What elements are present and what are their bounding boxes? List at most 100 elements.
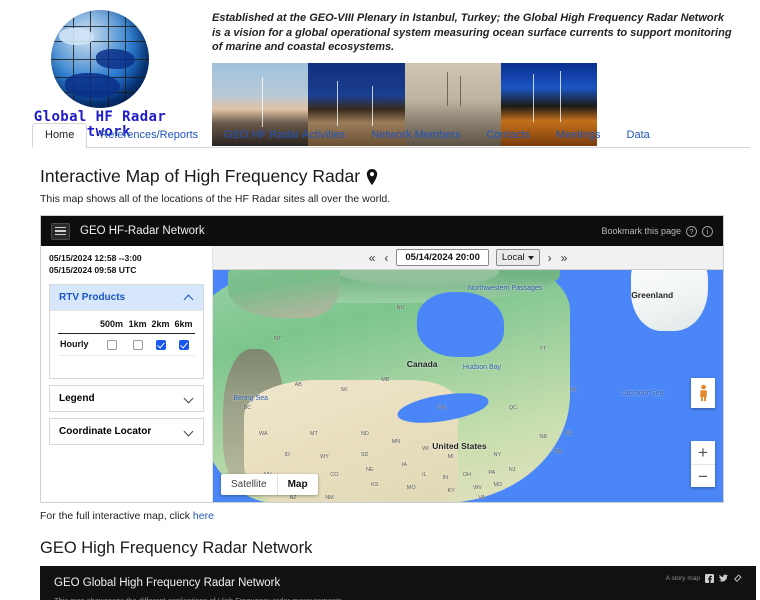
map-label-region-mt: MT — [309, 431, 318, 438]
chevron-down-icon — [185, 427, 194, 436]
timestamp-local: 05/15/2024 12:58 --3:00 — [49, 253, 142, 263]
column-header-500m: 500m — [99, 319, 124, 329]
map-canvas[interactable]: « ‹ 05/14/2024 20:00 Local › » Canada Un… — [213, 246, 723, 502]
table-empty-row — [58, 356, 195, 369]
map-type-map-button[interactable]: Map — [276, 474, 318, 495]
map-label-region-ak: YT — [539, 346, 547, 353]
map-label-region-oh: OH — [462, 472, 472, 479]
map-label-northwestern-passages: Northwestern Passages — [468, 284, 543, 292]
nav-item-data[interactable]: Data — [614, 123, 663, 148]
map-label-region-qc: QC — [508, 405, 518, 412]
map-label-region-ks: KS — [371, 482, 379, 489]
nav-item-references-reports[interactable]: References/Reports — [87, 123, 211, 148]
nav-item-meetings[interactable]: Meetings — [543, 123, 614, 148]
story-map-actions: A story map — [666, 574, 742, 583]
map-pin-icon — [366, 168, 378, 185]
map-label-region-nb: NB — [539, 433, 548, 440]
chevron-up-icon — [185, 293, 194, 302]
map-sidebar: 05/15/2024 12:58 --3:00 05/15/2024 09:58… — [41, 246, 213, 502]
panel-legend-header[interactable]: Legend — [50, 386, 203, 411]
row-label-hourly: Hourly — [58, 333, 97, 356]
map-label-region-nu: NU — [396, 305, 405, 312]
nav-item-network-members[interactable]: Network Members — [358, 123, 473, 148]
map-label-region-sk: SK — [340, 387, 348, 394]
link-icon[interactable] — [733, 574, 742, 583]
panel-coordinate-locator-header[interactable]: Coordinate Locator — [50, 419, 203, 444]
chevron-down-icon — [527, 255, 534, 260]
timezone-select-value: Local — [501, 252, 525, 263]
chevron-down-icon — [185, 394, 194, 403]
map-label-region-ia: IA — [401, 461, 407, 468]
map-zoom-controls: + − — [691, 441, 715, 487]
bookmark-page-link[interactable]: Bookmark this page — [601, 226, 681, 236]
page-root: Global HF Radar Network Established at t… — [0, 0, 760, 600]
map-label-region-mo: MO — [406, 485, 416, 491]
map-label-hudson-bay: Hudson Bay — [462, 364, 502, 372]
timezone-select[interactable]: Local — [495, 249, 540, 266]
map-label-united-states: United States — [432, 441, 487, 452]
panel-rtv-products-body: 500m 1km 2km 6km Hourly — [50, 310, 203, 378]
map-label-region-nj: NJ — [508, 467, 516, 474]
map-type-satellite-button[interactable]: Satellite — [221, 474, 277, 495]
cell-hourly-6km — [172, 333, 195, 356]
previous-frame-button[interactable]: ‹ — [383, 251, 389, 265]
first-frame-button[interactable]: « — [368, 251, 377, 265]
map-label-region-ab: AB — [294, 382, 302, 389]
main-navigation: Home References/Reports GEO HF Radar Act… — [32, 122, 750, 148]
checkbox-hourly-1km[interactable] — [132, 339, 143, 350]
map-label-region-il: IL — [422, 472, 427, 479]
panel-legend-label: Legend — [59, 392, 95, 404]
hamburger-menu-icon[interactable] — [51, 222, 70, 240]
last-frame-button[interactable]: » — [560, 251, 569, 265]
story-map-inner: GEO Global High Frequency Radar Network … — [40, 566, 756, 600]
story-map-embed[interactable]: GEO Global High Frequency Radar Network … — [40, 566, 756, 600]
date-time-input[interactable]: 05/14/2024 20:00 — [396, 249, 489, 266]
map-label-region-nm: NM — [325, 495, 334, 502]
map-label-canada: Canada — [406, 359, 438, 370]
page-subtitle: This map shows all of the locations of t… — [40, 193, 391, 205]
zoom-out-button[interactable]: − — [691, 464, 715, 487]
map-label-labrador-sea: Labrador Sea — [621, 389, 664, 397]
full-map-link[interactable]: here — [193, 510, 214, 522]
site-header: Global HF Radar Network Established at t… — [0, 0, 760, 146]
map-label-region-mi: MI — [447, 454, 454, 461]
table-row: Hourly — [58, 333, 195, 356]
water-hudson-bay — [417, 292, 504, 357]
interactive-map-widget[interactable]: GEO HF-Radar Network Bookmark this page … — [40, 215, 724, 503]
site-logo[interactable]: Global HF Radar Network — [0, 4, 200, 140]
full-map-caption: For the full interactive map, click here — [40, 510, 728, 522]
cell-hourly-2km — [149, 333, 173, 356]
panel-rtv-products-label: RTV Products — [59, 292, 126, 303]
map-time-toolbar: « ‹ 05/14/2024 20:00 Local › » — [213, 246, 723, 270]
nav-item-home[interactable]: Home — [32, 123, 88, 148]
map-label-region-nd: ND — [360, 431, 369, 438]
twitter-icon[interactable] — [719, 574, 728, 583]
zoom-in-button[interactable]: + — [691, 441, 715, 464]
full-map-caption-text: For the full interactive map, click — [40, 510, 193, 522]
info-icon[interactable]: i — [702, 225, 713, 237]
column-header-blank — [58, 316, 97, 334]
map-type-toggle: Satellite Map — [221, 474, 318, 495]
column-header-2km: 2km — [151, 319, 170, 329]
map-label-greenland: Greenland — [631, 289, 674, 300]
facebook-icon[interactable] — [705, 574, 714, 583]
map-label-region-pe: PE — [564, 431, 573, 438]
map-label-region-ny: NY — [493, 451, 502, 458]
question-mark-icon[interactable]: ? — [686, 225, 697, 237]
checkbox-hourly-6km[interactable] — [178, 339, 189, 350]
next-frame-button[interactable]: › — [547, 251, 553, 265]
map-label-region-wi: WI — [422, 446, 429, 453]
checkbox-hourly-2km[interactable] — [155, 339, 166, 350]
map-label-region-wa: WA — [258, 431, 268, 438]
map-label-region-va: VA — [478, 495, 486, 502]
checkbox-hourly-500m[interactable] — [106, 339, 117, 350]
globe-logo-icon — [51, 10, 149, 108]
nav-item-geo-hf-radar-activities[interactable]: GEO HF Radar Activities — [211, 123, 358, 148]
table-header-row: 500m 1km 2km 6km — [58, 316, 195, 334]
map-label-region-nl: NL — [570, 387, 578, 394]
map-label-region-in: IN — [442, 474, 449, 481]
street-view-pegman-icon[interactable] — [691, 378, 715, 408]
panel-rtv-products-header[interactable]: RTV Products — [50, 285, 203, 310]
map-label-region-ne: NE — [366, 467, 374, 474]
nav-item-contacts[interactable]: Contacts — [473, 123, 542, 148]
